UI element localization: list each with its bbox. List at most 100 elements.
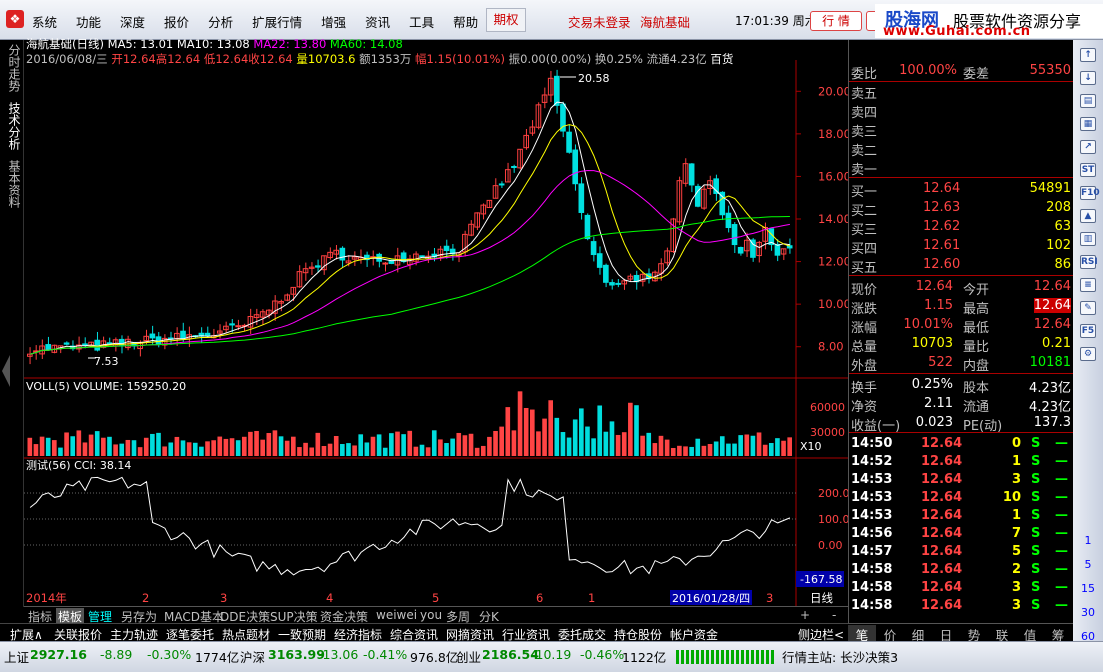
tab-technical[interactable]: 技术分析 bbox=[6, 102, 21, 150]
volume-bar bbox=[677, 445, 682, 456]
cci-tick-label: 200.0 bbox=[818, 487, 848, 500]
kline-chart-svg[interactable]: 20.0018.0016.0014.0012.0010.008.0020.587… bbox=[24, 40, 848, 607]
tick-row[interactable]: 14:57 12.64 5 S — bbox=[849, 543, 1073, 561]
tick-flag: — bbox=[1055, 562, 1068, 577]
toolbar-icon[interactable]: ▤ bbox=[1080, 94, 1096, 108]
collapse-arrow-icon[interactable] bbox=[2, 355, 10, 387]
volume-bar bbox=[199, 446, 204, 456]
volume-bar bbox=[505, 407, 511, 456]
volume-group bbox=[27, 391, 792, 456]
stat-value: 12.64 bbox=[1033, 317, 1071, 332]
tick-price: 12.64 bbox=[921, 562, 963, 577]
volume-bar bbox=[707, 444, 713, 456]
futures-button[interactable]: 期权 bbox=[486, 8, 526, 32]
tick-row[interactable]: 14:50 12.64 0 S — bbox=[849, 435, 1073, 453]
candle-body bbox=[725, 212, 732, 229]
toolbar-icon[interactable]: ↑ bbox=[1080, 48, 1096, 62]
tab-intraday[interactable]: 分时走势 bbox=[6, 44, 21, 92]
bid-label: 买五 bbox=[851, 261, 878, 276]
period-number[interactable]: 5 bbox=[1073, 558, 1103, 571]
toolbar-icon[interactable]: ⚙ bbox=[1080, 347, 1096, 361]
divider bbox=[849, 373, 1073, 374]
status-sh-name[interactable]: 上证 bbox=[4, 647, 29, 666]
bid-price: 12.61 bbox=[923, 238, 961, 253]
quote-mode-button[interactable]: 行 情 bbox=[810, 11, 862, 31]
tick-row[interactable]: 14:56 12.64 7 S — bbox=[849, 525, 1073, 543]
period-number[interactable]: 30 bbox=[1073, 606, 1103, 619]
bid-row: 买五 12.60 86 bbox=[849, 256, 1073, 276]
menu-analysis[interactable]: 分析 bbox=[208, 12, 233, 31]
volume-bar bbox=[370, 436, 376, 456]
menu-news[interactable]: 资讯 bbox=[365, 12, 390, 31]
menu-ext-market[interactable]: 扩展行情 bbox=[252, 12, 302, 31]
volume-bar bbox=[738, 435, 743, 456]
zoom-in-button[interactable]: + bbox=[800, 608, 810, 622]
menu-depth[interactable]: 深度 bbox=[120, 12, 145, 31]
volume-bar bbox=[787, 437, 792, 456]
tick-time: 14:57 bbox=[851, 544, 893, 559]
ask-row: 卖四 bbox=[849, 101, 1073, 121]
tick-time: 14:53 bbox=[851, 508, 893, 523]
candle-body bbox=[737, 246, 744, 254]
zoom-out-button[interactable]: - bbox=[832, 608, 836, 622]
bid-label: 买三 bbox=[851, 223, 878, 238]
tick-row[interactable]: 14:52 12.64 1 S — bbox=[849, 453, 1073, 471]
menu-quote[interactable]: 报价 bbox=[164, 12, 189, 31]
stat-value: 12.64 bbox=[1033, 298, 1071, 313]
period-number[interactable]: 15 bbox=[1073, 582, 1103, 595]
bid-row: 买四 12.61 102 bbox=[849, 237, 1073, 257]
toolbar-icon[interactable]: ▲ bbox=[1080, 209, 1096, 223]
volume-bar bbox=[664, 439, 670, 456]
toolbar-icon[interactable]: RSI bbox=[1080, 255, 1098, 269]
tick-time: 14:58 bbox=[851, 580, 893, 595]
toolbar-icon[interactable]: F5 bbox=[1080, 324, 1096, 338]
toolbar-icon[interactable]: F10 bbox=[1080, 186, 1100, 200]
volume-bar bbox=[150, 433, 155, 456]
toolbar-icon[interactable]: ↗ bbox=[1080, 140, 1096, 154]
tick-row[interactable]: 14:58 12.64 3 S — bbox=[849, 597, 1073, 615]
app-logo-icon[interactable]: ❖ bbox=[6, 10, 24, 28]
tick-price: 12.64 bbox=[921, 580, 963, 595]
login-status[interactable]: 交易未登录 bbox=[568, 12, 631, 31]
bid-volume: 102 bbox=[1046, 238, 1071, 253]
toolbar-icon[interactable]: ↓ bbox=[1080, 71, 1096, 85]
btab-you[interactable]: you bbox=[420, 608, 442, 622]
toolbar-icon[interactable]: ▦ bbox=[1080, 117, 1096, 131]
chart-area[interactable]: 海航基础(日线) MA5: 13.01 MA10: 13.08 MA22: 13… bbox=[24, 37, 848, 607]
btab-weiwei[interactable]: weiwei bbox=[376, 608, 417, 622]
toolbar-icon[interactable]: ≡ bbox=[1080, 278, 1096, 292]
volume-bar bbox=[107, 436, 112, 456]
volume-bar bbox=[615, 434, 621, 456]
tick-time: 14:58 bbox=[851, 598, 893, 613]
date-axis-label: 3 bbox=[766, 591, 773, 605]
volume-bar bbox=[560, 432, 566, 456]
tick-row[interactable]: 14:53 12.64 10 S — bbox=[849, 489, 1073, 507]
toolbar-icon[interactable]: ▥ bbox=[1080, 232, 1096, 246]
volume-bar bbox=[652, 443, 658, 456]
tick-row[interactable]: 14:58 12.64 3 S — bbox=[849, 579, 1073, 597]
stat-label: 量比 bbox=[963, 340, 990, 355]
volume-bar bbox=[131, 440, 137, 456]
tick-time: 14:50 bbox=[851, 436, 893, 451]
period-number[interactable]: 1 bbox=[1073, 534, 1103, 547]
tick-row[interactable]: 14:53 12.64 1 S — bbox=[849, 507, 1073, 525]
status-sz-name[interactable]: 沪深 bbox=[240, 647, 265, 666]
menu-function[interactable]: 功能 bbox=[76, 12, 101, 31]
toolbar-icon[interactable]: ✎ bbox=[1080, 301, 1096, 315]
tab-fundamentals[interactable]: 基本资料 bbox=[6, 160, 21, 208]
menu-help[interactable]: 帮助 bbox=[453, 12, 478, 31]
volume-bar bbox=[456, 432, 462, 456]
stat-row: 净资 2.11 流通 4.23亿 bbox=[849, 395, 1073, 415]
volume-bar bbox=[775, 438, 780, 456]
toolbar-icon[interactable]: ST bbox=[1080, 163, 1096, 177]
menu-enhance[interactable]: 增强 bbox=[321, 12, 346, 31]
date-axis-label: 3 bbox=[220, 591, 227, 605]
status-cy-name[interactable]: 创业 bbox=[456, 647, 481, 666]
tick-side: S bbox=[1031, 580, 1041, 595]
tick-row[interactable]: 14:53 12.64 3 S — bbox=[849, 471, 1073, 489]
tick-row[interactable]: 14:58 12.64 2 S — bbox=[849, 561, 1073, 579]
volume-bar bbox=[511, 430, 517, 456]
server-status[interactable]: 行情主站: 长沙决策3 bbox=[782, 647, 898, 666]
menu-system[interactable]: 系统 bbox=[32, 12, 57, 31]
menu-tools[interactable]: 工具 bbox=[409, 12, 434, 31]
